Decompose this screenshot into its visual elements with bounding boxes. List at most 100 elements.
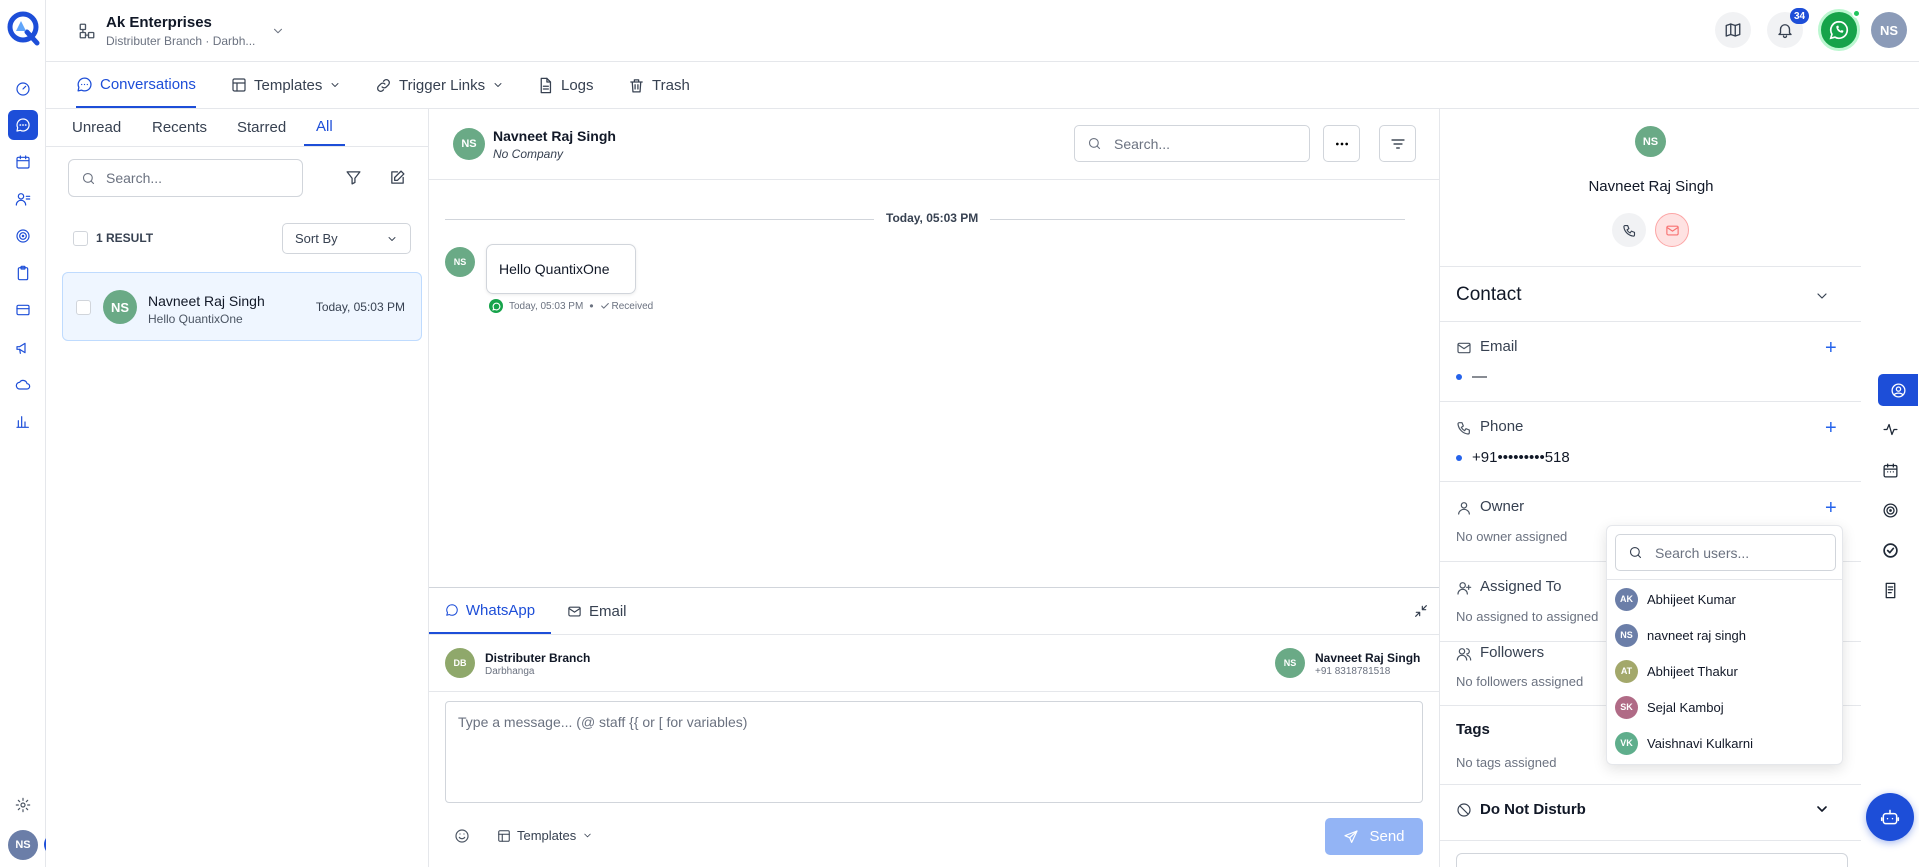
user-option[interactable]: VK Vaishnavi Kulkarni: [1615, 728, 1753, 758]
map-button[interactable]: [1715, 12, 1751, 48]
mail-icon: [1665, 225, 1679, 235]
list-item-checkbox[interactable]: [76, 300, 91, 315]
clipboard-icon[interactable]: [8, 258, 38, 288]
user-option[interactable]: AT Abhijeet Thakur: [1615, 656, 1738, 686]
whatsapp-icon: [446, 604, 458, 616]
tab-conversations-label: Conversations: [100, 75, 196, 93]
tab-trash[interactable]: Trash: [628, 62, 690, 108]
user-search-input[interactable]: Search users...: [1615, 534, 1836, 571]
chevron-down-icon: [388, 236, 396, 241]
compose-icon[interactable]: [389, 169, 406, 186]
robot-icon: [1880, 809, 1900, 825]
user-option[interactable]: SK Sejal Kamboj: [1615, 692, 1724, 722]
chat-contact-name[interactable]: Navneet Raj Singh: [493, 128, 616, 144]
to-avatar: NS: [1275, 648, 1305, 678]
select-all-checkbox[interactable]: [73, 231, 88, 246]
message-text: Hello QuantixOne: [499, 261, 610, 277]
composer-tabs-divider: [429, 634, 1439, 635]
chevron-down-icon[interactable]: [1814, 288, 1830, 304]
app-logo[interactable]: [7, 10, 41, 46]
conversations-icon[interactable]: [8, 110, 38, 140]
bar-chart-icon[interactable]: [8, 407, 38, 437]
megaphone-icon[interactable]: [8, 333, 38, 363]
dashboard-icon[interactable]: [8, 74, 38, 104]
from-sub: Darbhanga: [485, 666, 535, 677]
filter-all[interactable]: All: [304, 109, 345, 146]
user-option[interactable]: AK Abhijeet Kumar: [1615, 584, 1736, 614]
owner-label: Owner: [1480, 498, 1525, 515]
activity-icon[interactable]: [1878, 417, 1902, 441]
tab-templates[interactable]: Templates: [231, 62, 341, 108]
send-button[interactable]: Send: [1325, 818, 1423, 855]
user-option-name: navneet raj singh: [1647, 627, 1747, 643]
add-email-button[interactable]: +: [1825, 338, 1837, 358]
avatar: AK: [1615, 587, 1638, 611]
composer-tab-email[interactable]: Email: [567, 588, 627, 634]
more-options-button[interactable]: [1323, 125, 1360, 162]
sort-dropdown[interactable]: Sort By: [282, 223, 411, 254]
user-icon: [1456, 500, 1472, 516]
chevron-down-icon[interactable]: [1814, 801, 1830, 817]
mail-icon: [568, 606, 581, 616]
card-icon[interactable]: [8, 295, 38, 325]
check-icon: [600, 302, 609, 309]
profile-avatar[interactable]: NS: [1871, 12, 1907, 48]
user-option[interactable]: NS navneet raj singh: [1615, 620, 1746, 650]
calendar-icon[interactable]: [8, 147, 38, 177]
user-avatar[interactable]: NS: [8, 830, 38, 860]
whatsapp-icon: [489, 299, 503, 313]
email-button[interactable]: [1655, 213, 1689, 247]
from-avatar-initials: DB: [453, 658, 467, 668]
left-rail: NS: [0, 0, 67, 867]
profile-avatar-initials: NS: [1879, 22, 1899, 38]
collapse-icon[interactable]: [1413, 603, 1429, 619]
chat-bubble-icon: [77, 76, 92, 92]
more-horizontal-icon: [1335, 142, 1348, 145]
followers-label: Followers: [1480, 644, 1545, 661]
target-icon[interactable]: [1878, 498, 1902, 522]
call-button[interactable]: [1612, 213, 1646, 247]
tab-trigger-links[interactable]: Trigger Links: [375, 62, 504, 108]
org-switcher[interactable]: Ak Enterprises Distributer Branch · Darb…: [78, 14, 285, 48]
from-avatar: DB: [445, 648, 475, 678]
emoji-icon[interactable]: [454, 828, 470, 844]
search-icon: [82, 172, 95, 184]
list-item-preview: Hello QuantixOne: [148, 312, 243, 326]
user-option-name: Abhijeet Thakur: [1647, 663, 1738, 679]
contact-details-tab[interactable]: [1878, 374, 1918, 406]
dnd-option-field[interactable]: [1456, 853, 1848, 867]
filter-unread[interactable]: Unread: [72, 109, 121, 146]
filter-starred[interactable]: Starred: [237, 109, 286, 146]
phone-value: +91•••••••••518: [1472, 449, 1570, 466]
link-icon: [377, 78, 390, 92]
list-item[interactable]: NS Navneet Raj Singh Hello QuantixOne To…: [62, 272, 422, 341]
tab-conversations[interactable]: Conversations: [76, 62, 196, 108]
contacts-icon[interactable]: [8, 184, 38, 214]
target-icon[interactable]: [8, 221, 38, 251]
assistant-bot-button[interactable]: [1866, 793, 1914, 841]
template-icon: [232, 78, 246, 92]
filter-recents[interactable]: Recents: [152, 109, 207, 146]
add-owner-button[interactable]: +: [1825, 498, 1837, 518]
tags-label: Tags: [1456, 721, 1490, 738]
chat-filter-button[interactable]: [1379, 125, 1416, 162]
notes-icon[interactable]: [1878, 578, 1902, 602]
composer-tab-whatsapp[interactable]: WhatsApp: [429, 588, 551, 634]
message-avatar: NS: [445, 247, 475, 277]
message-input[interactable]: Type a message... (@ staff {{ or [ for v…: [445, 701, 1423, 803]
settings-icon[interactable]: [8, 790, 38, 820]
calendar-icon[interactable]: [1878, 458, 1902, 482]
send-label: Send: [1369, 828, 1405, 845]
map-icon: [1725, 23, 1741, 37]
add-phone-button[interactable]: +: [1825, 418, 1837, 438]
email-value: —: [1472, 368, 1487, 385]
cloud-icon[interactable]: [8, 370, 38, 400]
list-item-name: Navneet Raj Singh: [148, 293, 265, 309]
list-item-time: Today, 05:03 PM: [315, 300, 405, 314]
chat-search[interactable]: Search...: [1074, 125, 1310, 162]
conversation-search[interactable]: Search...: [68, 159, 303, 197]
check-circle-icon[interactable]: [1878, 538, 1902, 562]
composer-templates-button[interactable]: Templates: [497, 828, 593, 843]
tab-logs[interactable]: Logs: [537, 62, 594, 108]
filter-icon[interactable]: [345, 169, 362, 186]
